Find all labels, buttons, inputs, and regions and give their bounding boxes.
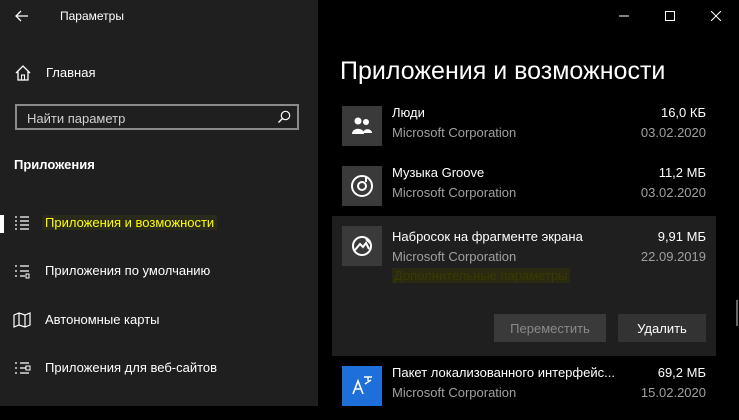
app-item[interactable]: Музыка Groove Microsoft Corporation 11,2…: [332, 160, 716, 220]
app-date: 22.09.2019: [640, 249, 706, 264]
home-label: Главная: [46, 65, 96, 80]
close-button[interactable]: [693, 0, 739, 32]
back-button[interactable]: [8, 4, 36, 28]
default-apps-icon: [15, 265, 30, 279]
app-item[interactable]: Люди Microsoft Corporation 16,0 КБ 03.02…: [332, 100, 716, 160]
app-publisher: Microsoft Corporation: [392, 385, 517, 400]
title-bar: Параметры: [0, 0, 318, 32]
app-size: 69,2 МБ: [657, 365, 706, 380]
apps-websites-icon: [15, 362, 31, 374]
close-icon: [711, 11, 721, 21]
app-date: 15.02.2020: [640, 385, 706, 400]
window-title: Параметры: [60, 9, 124, 23]
people-icon: [352, 117, 372, 134]
groove-music-icon: [351, 175, 373, 197]
nav-home[interactable]: Главная: [0, 58, 318, 88]
nav-item-default-apps[interactable]: Приложения по умолчанию: [0, 254, 318, 288]
app-date: 03.02.2020: [640, 185, 706, 200]
maximize-button[interactable]: [647, 0, 693, 32]
remove-button[interactable]: Удалить: [618, 314, 706, 342]
main-content: Приложения и возможности Люди Microsoft …: [318, 0, 739, 406]
nav-item-apps-features[interactable]: Приложения и возможности: [0, 206, 318, 240]
page-title: Приложения и возможности: [340, 57, 666, 85]
apps-list-icon: [15, 216, 29, 230]
app-publisher: Microsoft Corporation: [392, 125, 517, 140]
nav-item-label: Приложения и возможности: [42, 215, 218, 230]
nav-item-label: Приложения по умолчанию: [45, 263, 211, 278]
app-size: 11,2 МБ: [658, 165, 706, 180]
nav-item-label: Приложения для веб-сайтов: [45, 360, 218, 375]
app-size: 9,91 МБ: [657, 229, 706, 244]
app-tile: [342, 226, 382, 266]
app-name: Люди: [392, 105, 425, 120]
minimize-icon: [619, 15, 629, 17]
search-input[interactable]: [25, 108, 269, 128]
language-pack-icon: [352, 376, 372, 395]
section-title: Приложения: [14, 157, 95, 172]
search-icon[interactable]: [277, 110, 291, 124]
search-box[interactable]: [15, 104, 299, 130]
sidebar: Параметры Главная Приложения Приложения …: [0, 0, 318, 406]
home-icon: [15, 65, 31, 81]
window-controls: [601, 0, 739, 32]
app-name: Музыка Groove: [392, 165, 485, 180]
app-date: 03.02.2020: [640, 125, 706, 140]
nav-item-apps-websites[interactable]: Приложения для веб-сайтов: [0, 351, 318, 385]
app-tile: [342, 166, 382, 206]
advanced-options-link[interactable]: Дополнительные параметры: [392, 268, 570, 283]
app-publisher: Microsoft Corporation: [392, 249, 517, 264]
nav-item-label: Автономные карты: [45, 312, 160, 327]
app-size: 16,0 КБ: [660, 105, 706, 120]
offline-maps-icon: [13, 312, 31, 328]
snip-sketch-icon: [352, 236, 372, 256]
app-tile: [342, 106, 382, 146]
app-item[interactable]: Пакет локализованного интерфейс... Micro…: [332, 360, 716, 420]
scrollbar-thumb[interactable]: [736, 300, 738, 326]
app-name: Пакет локализованного интерфейс...: [392, 365, 615, 380]
app-name: Набросок на фрагменте экрана: [392, 229, 583, 244]
maximize-icon: [665, 11, 675, 21]
app-publisher: Microsoft Corporation: [392, 185, 517, 200]
nav-item-offline-maps[interactable]: Автономные карты: [0, 303, 318, 337]
app-tile: [342, 366, 382, 406]
back-arrow-icon: [15, 10, 28, 22]
active-indicator: [0, 215, 4, 233]
minimize-button[interactable]: [601, 0, 647, 32]
move-button[interactable]: Переместить: [494, 314, 606, 342]
app-item-expanded[interactable]: Набросок на фрагменте экрана Microsoft C…: [332, 216, 716, 356]
